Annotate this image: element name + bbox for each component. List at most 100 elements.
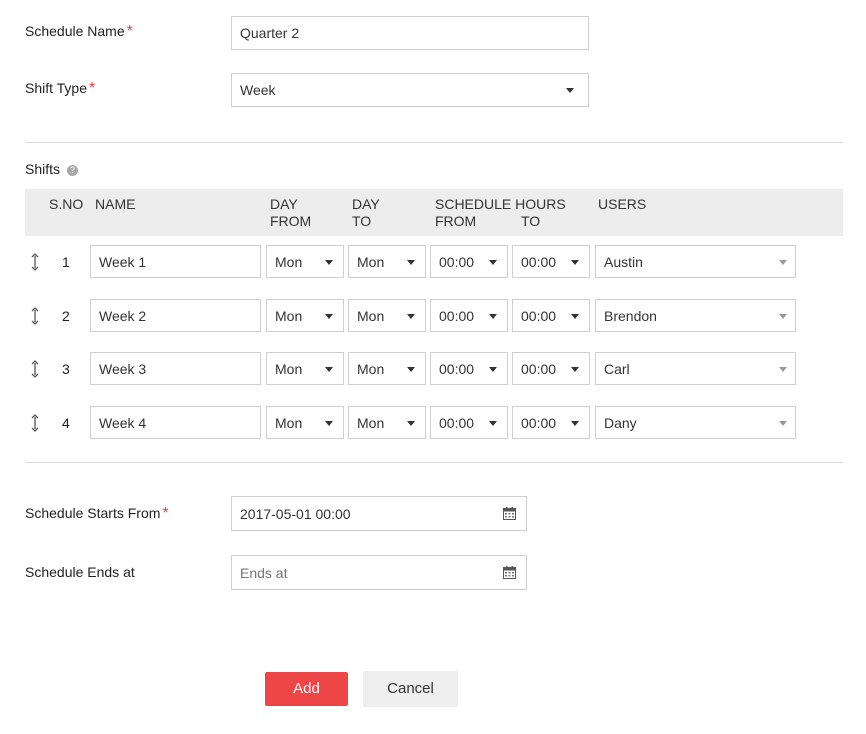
day-from-select[interactable]: Mon bbox=[266, 299, 344, 332]
drag-handle-icon[interactable] bbox=[30, 414, 40, 432]
add-button[interactable]: Add bbox=[265, 672, 348, 706]
users-select[interactable]: Dany bbox=[595, 406, 796, 439]
shift-name-input[interactable]: Week 1 bbox=[90, 245, 261, 278]
users-select[interactable]: Carl bbox=[595, 352, 796, 385]
help-circle-icon[interactable]: ? bbox=[66, 164, 78, 176]
hours-from-select[interactable]: 00:00 bbox=[430, 299, 508, 332]
schedule-name-label-text: Schedule Name bbox=[25, 23, 125, 39]
shift-name-value: Week 4 bbox=[99, 414, 147, 431]
header-schedule-hours: SCHEDULE HOURS bbox=[435, 196, 566, 212]
chevron-down-icon bbox=[779, 313, 787, 319]
day-from-value: Mon bbox=[275, 253, 303, 270]
hours-to-value: 00:00 bbox=[521, 253, 557, 270]
shift-name-input[interactable]: Week 3 bbox=[90, 352, 261, 385]
users-select[interactable]: Austin bbox=[595, 245, 796, 278]
starts-date-input[interactable]: 2017-05-01 00:00 bbox=[231, 496, 527, 531]
day-from-select[interactable]: Mon bbox=[266, 245, 344, 278]
schedule-name-input[interactable]: Quarter 2 bbox=[231, 16, 589, 50]
row-sno: 2 bbox=[62, 308, 70, 324]
shift-name-input[interactable]: Week 4 bbox=[90, 406, 261, 439]
header-hours-to: TO bbox=[521, 213, 541, 229]
chevron-down-icon bbox=[407, 313, 415, 319]
day-from-select[interactable]: Mon bbox=[266, 352, 344, 385]
header-day-to: DAY TO bbox=[352, 196, 380, 230]
calendar-icon[interactable] bbox=[503, 566, 516, 579]
hours-to-select[interactable]: 00:00 bbox=[512, 352, 590, 385]
chevron-down-icon bbox=[489, 313, 497, 319]
chevron-down-icon bbox=[407, 366, 415, 372]
users-value: Carl bbox=[604, 360, 630, 377]
drag-handle-icon[interactable] bbox=[30, 360, 40, 378]
schedule-name-value: Quarter 2 bbox=[240, 25, 300, 41]
schedule-name-label: Schedule Name * bbox=[25, 23, 133, 41]
day-to-select[interactable]: Mon bbox=[348, 245, 426, 278]
required-mark: * bbox=[89, 80, 96, 97]
chevron-down-icon bbox=[489, 420, 497, 426]
chevron-down-icon bbox=[571, 366, 579, 372]
hours-from-value: 00:00 bbox=[439, 307, 475, 324]
chevron-down-icon bbox=[571, 259, 579, 265]
cancel-button[interactable]: Cancel bbox=[363, 671, 458, 707]
chevron-down-icon bbox=[407, 420, 415, 426]
chevron-down-icon bbox=[571, 313, 579, 319]
hours-from-value: 00:00 bbox=[439, 414, 475, 431]
header-day-from-line2: FROM bbox=[270, 213, 312, 229]
hours-to-select[interactable]: 00:00 bbox=[512, 299, 590, 332]
header-day-to-line1: DAY bbox=[352, 196, 380, 212]
chevron-down-icon bbox=[779, 259, 787, 265]
day-to-value: Mon bbox=[357, 414, 385, 431]
chevron-down-icon bbox=[407, 259, 415, 265]
shift-name-value: Week 2 bbox=[99, 307, 147, 324]
day-to-select[interactable]: Mon bbox=[348, 299, 426, 332]
users-select[interactable]: Brendon bbox=[595, 299, 796, 332]
chevron-down-icon bbox=[325, 313, 333, 319]
shift-type-value: Week bbox=[240, 82, 276, 98]
header-day-from: DAY FROM bbox=[270, 196, 311, 230]
users-value: Dany bbox=[604, 414, 637, 431]
chevron-down-icon bbox=[489, 259, 497, 265]
shift-name-value: Week 1 bbox=[99, 253, 147, 270]
ends-label: Schedule Ends at bbox=[25, 564, 135, 580]
required-mark: * bbox=[126, 23, 133, 40]
hours-from-select[interactable]: 00:00 bbox=[430, 245, 508, 278]
drag-handle-icon[interactable] bbox=[30, 307, 40, 325]
starts-date-value: 2017-05-01 00:00 bbox=[240, 505, 351, 522]
header-hours-from: FROM bbox=[435, 213, 477, 229]
header-name: NAME bbox=[95, 196, 136, 212]
row-sno: 3 bbox=[62, 361, 70, 377]
shifts-label-text: Shifts bbox=[25, 161, 61, 177]
drag-handle-icon[interactable] bbox=[30, 253, 40, 271]
header-sno: S.NO bbox=[49, 196, 84, 212]
shift-type-select[interactable]: Week bbox=[231, 73, 589, 107]
calendar-icon[interactable] bbox=[503, 507, 516, 520]
chevron-down-icon bbox=[566, 88, 574, 93]
hours-to-value: 00:00 bbox=[521, 414, 557, 431]
hours-from-select[interactable]: 00:00 bbox=[430, 406, 508, 439]
hours-from-select[interactable]: 00:00 bbox=[430, 352, 508, 385]
hours-to-select[interactable]: 00:00 bbox=[512, 406, 590, 439]
day-to-value: Mon bbox=[357, 360, 385, 377]
day-from-value: Mon bbox=[275, 414, 303, 431]
shift-type-label-text: Shift Type bbox=[25, 80, 88, 96]
chevron-down-icon bbox=[571, 420, 579, 426]
row-sno: 1 bbox=[62, 254, 70, 270]
day-to-value: Mon bbox=[357, 253, 385, 270]
day-from-select[interactable]: Mon bbox=[266, 406, 344, 439]
chevron-down-icon bbox=[325, 366, 333, 372]
ends-date-input[interactable]: Ends at bbox=[231, 555, 527, 590]
shift-name-value: Week 3 bbox=[99, 360, 147, 377]
day-to-select[interactable]: Mon bbox=[348, 352, 426, 385]
row-sno: 4 bbox=[62, 415, 70, 431]
chevron-down-icon bbox=[325, 420, 333, 426]
hours-to-select[interactable]: 00:00 bbox=[512, 245, 590, 278]
day-to-select[interactable]: Mon bbox=[348, 406, 426, 439]
divider bbox=[25, 142, 843, 143]
divider bbox=[25, 462, 843, 463]
hours-from-value: 00:00 bbox=[439, 253, 475, 270]
chevron-down-icon bbox=[779, 420, 787, 426]
hours-to-value: 00:00 bbox=[521, 307, 557, 324]
shift-name-input[interactable]: Week 2 bbox=[90, 299, 261, 332]
header-day-from-line1: DAY bbox=[270, 196, 298, 212]
ends-date-placeholder: Ends at bbox=[240, 564, 288, 581]
chevron-down-icon bbox=[779, 366, 787, 372]
